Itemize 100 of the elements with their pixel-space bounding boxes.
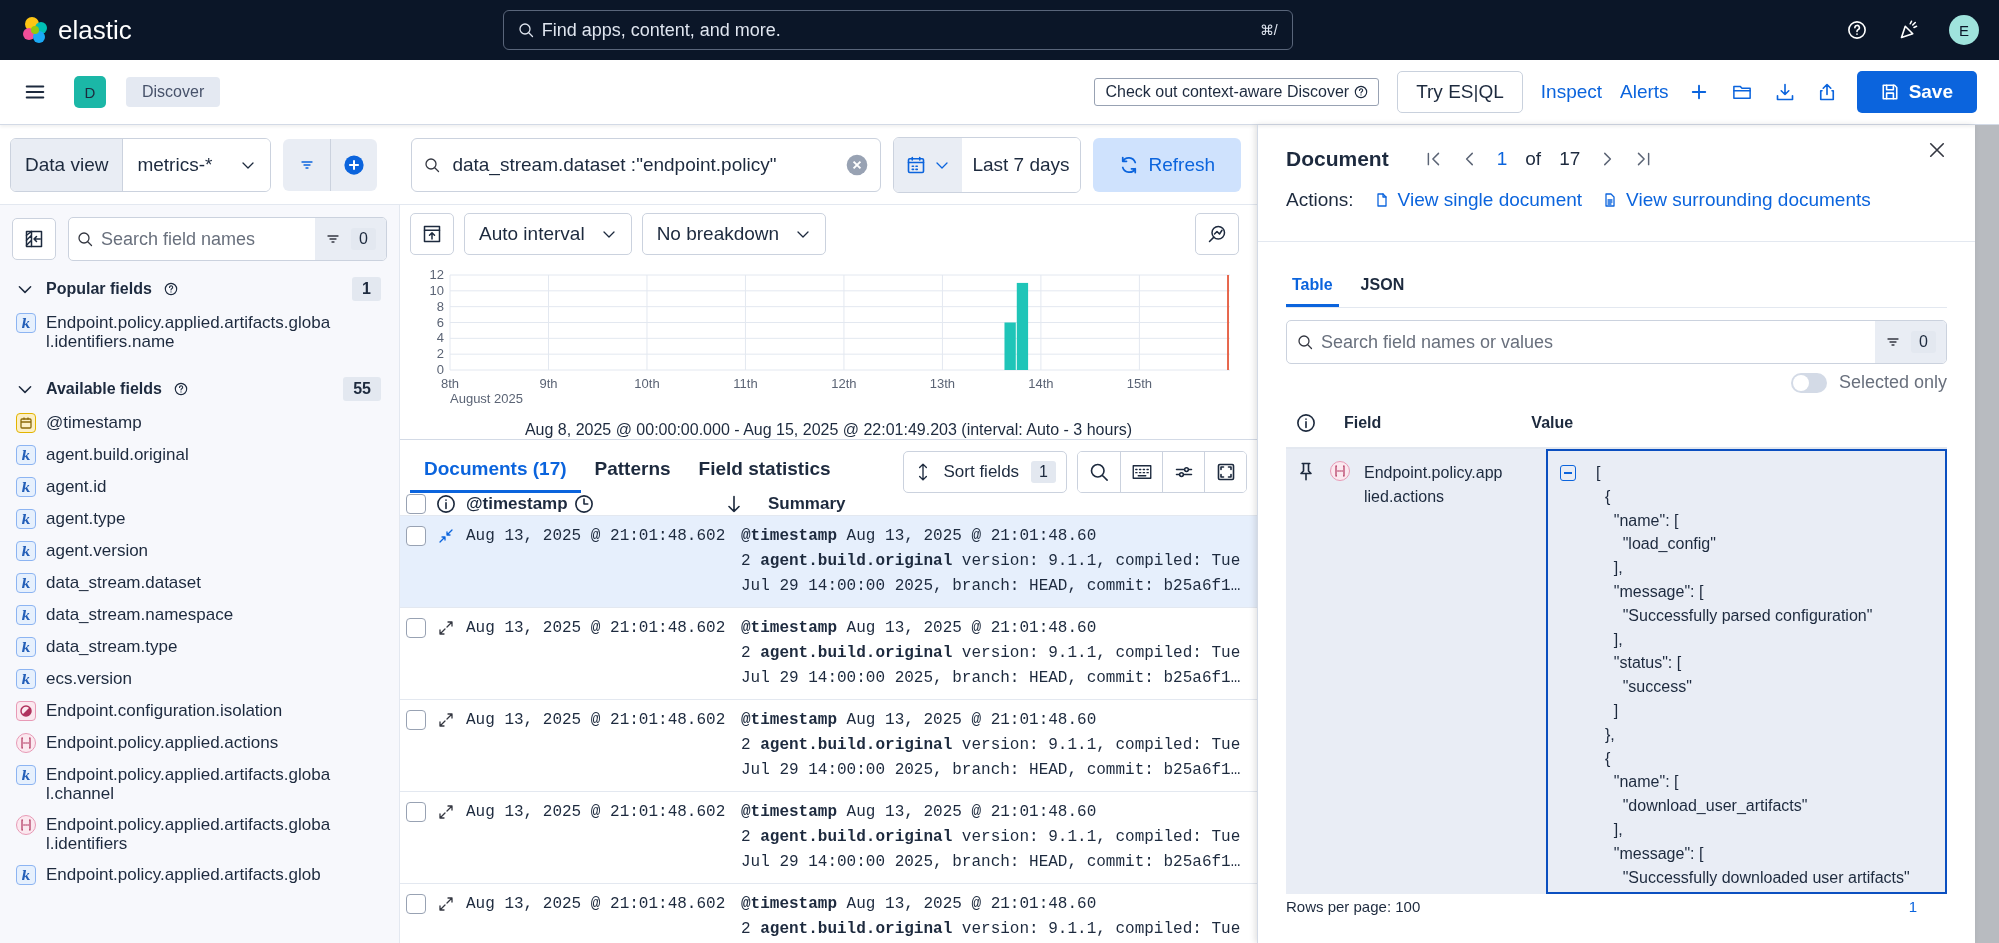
- plus-circle-icon: [343, 153, 366, 176]
- expand-icon: [438, 804, 454, 820]
- keyword-type-icon: k: [16, 765, 36, 785]
- field-name[interactable]: ecs.version: [46, 669, 332, 688]
- keyword-type-icon: k: [16, 445, 36, 465]
- field-name[interactable]: data_stream.type: [46, 637, 332, 656]
- field-name[interactable]: Endpoint.policy.applied.actions: [46, 733, 332, 752]
- nav-link[interactable]: Alerts: [1620, 81, 1669, 103]
- x-tick-label: 10th: [634, 376, 660, 391]
- field-name[interactable]: Endpoint.policy.applied.artifacts.glob: [46, 865, 332, 884]
- expand-icon: [438, 896, 454, 912]
- global-search-field[interactable]: Find apps, content, and more. ⌘/: [502, 10, 1293, 50]
- document-row[interactable]: Aug 13, 2025 @ 21:01:48.602 @timestamp Aug 13, 2025 @ 21:01:48.60 2 agent.build.original version: 9.1.1, compiled: Tue Jul 29 14:00:00 2025, branch: HEAD, commit: b25a6f1…: [400, 699, 1257, 791]
- page-number[interactable]: 1: [1908, 897, 1917, 915]
- data-view-label: Data view: [11, 138, 123, 191]
- section-title[interactable]: Available fields: [46, 380, 162, 398]
- summary-cell-text: @timestamp Aug 13, 2025 @ 21:01:48.60 2 agent.build.original version: 9.1.1, compiled: Tue: [741, 894, 1242, 940]
- select-all-checkbox[interactable]: [406, 494, 426, 514]
- flyout-tab[interactable]: JSON: [1354, 268, 1411, 307]
- sidebar-collapse-icon: [24, 229, 44, 249]
- summary-cell-text: @timestamp Aug 13, 2025 @ 21:01:48.60 2 agent.build.original version: 9.1.1, compiled: Tue Jul 29 14:00:00 2025, branch: HEAD, commit: b25a6f1…: [741, 710, 1242, 781]
- query-field[interactable]: data_stream.dataset :"endpoint.policy": [411, 137, 882, 192]
- info-icon: [436, 494, 456, 514]
- view-tab[interactable]: Patterns: [580, 450, 685, 493]
- action-link[interactable]: View single document: [1373, 189, 1583, 211]
- collapse-button[interactable]: [1560, 465, 1576, 481]
- y-tick-label: 6: [436, 314, 444, 330]
- toggle-switch[interactable]: [1790, 372, 1827, 393]
- expand-icon: [438, 712, 454, 728]
- keyword-type-icon: k: [16, 865, 36, 885]
- view-tab[interactable]: Documents (17): [410, 450, 581, 493]
- x-tick-label: 11th: [733, 376, 758, 391]
- calendar-icon: [906, 154, 927, 175]
- row-checkbox[interactable]: [406, 618, 426, 638]
- row-checkbox[interactable]: [406, 802, 426, 822]
- document-total: 17: [1559, 148, 1581, 170]
- field-name[interactable]: agent.build.original: [46, 445, 332, 464]
- breakdown-dropdown[interactable]: No breakdown: [641, 213, 827, 255]
- column-header[interactable]: @timestamp: [466, 494, 568, 514]
- timestamp-cell-text: Aug 13, 2025 @ 21:01:48.602: [466, 526, 727, 547]
- help-icon: [1354, 85, 1369, 99]
- field-name[interactable]: Endpoint.policy.applied.artifacts.global.channel: [46, 765, 332, 803]
- field-name[interactable]: agent.id: [46, 477, 332, 496]
- x-tick-label: 14th: [1028, 376, 1054, 391]
- document-row[interactable]: Aug 13, 2025 @ 21:01:48.602 @timestamp Aug 13, 2025 @ 21:01:48.60 2 agent.build.original version: 9.1.1, compiled: Tue Jul 29 14:00:00 2025, branch: HEAD, commit: b25a6f1…: [400, 791, 1257, 883]
- field-name[interactable]: agent.version: [46, 541, 332, 560]
- field-name[interactable]: Endpoint.configuration.isolation: [46, 701, 332, 720]
- field-name: Endpoint.policy.applied.actions: [1364, 463, 1504, 507]
- row-checkbox[interactable]: [406, 710, 426, 730]
- field-name[interactable]: data_stream.dataset: [46, 573, 332, 592]
- interval-dropdown[interactable]: Auto interval: [464, 213, 632, 255]
- promo-button[interactable]: Check out context-aware Discover: [1094, 78, 1380, 106]
- field-name[interactable]: data_stream.namespace: [46, 605, 332, 624]
- field-name[interactable]: agent.type: [46, 509, 332, 528]
- document-row[interactable]: Aug 13, 2025 @ 21:01:48.602 @timestamp Aug 13, 2025 @ 21:01:48.60 2 agent.build.original version: 9.1.1, compiled: Tue: [400, 883, 1257, 943]
- help-button[interactable]: [1845, 18, 1869, 42]
- expand-icon: [438, 620, 454, 636]
- try-esql-button[interactable]: Try ES|QL: [1397, 71, 1523, 113]
- nav-link[interactable]: Inspect: [1540, 81, 1603, 103]
- document-row[interactable]: Aug 13, 2025 @ 21:01:48.602 @timestamp Aug 13, 2025 @ 21:01:48.60 2 agent.build.original version: 9.1.1, compiled: Tue Jul 29 14:00:00 2025, branch: HEAD, commit: b25a6f1…: [400, 515, 1257, 607]
- field-name[interactable]: Endpoint.policy.applied.artifacts.global.identifiers: [46, 815, 332, 853]
- refresh-button[interactable]: Refresh: [1092, 137, 1242, 192]
- x-tick-label: 9th: [539, 376, 558, 391]
- object-type-icon: [16, 733, 36, 753]
- field-search-field[interactable]: Search field names 0: [68, 217, 387, 261]
- date-quick-menu[interactable]: [894, 137, 963, 192]
- filter-count: 0: [351, 228, 376, 250]
- actions-label: Actions:: [1286, 189, 1354, 211]
- field-name[interactable]: @timestamp: [46, 413, 332, 432]
- row-checkbox[interactable]: [406, 526, 426, 546]
- view-tab[interactable]: Field statistics: [684, 450, 845, 493]
- rows-per-page[interactable]: Rows per page: 100: [1286, 897, 1421, 915]
- chart-toggle-icon: [422, 224, 442, 244]
- flyout-tab[interactable]: Table: [1286, 268, 1339, 307]
- chart-toggle-button[interactable]: [410, 213, 454, 255]
- breadcrumb[interactable]: Discover: [126, 77, 221, 107]
- summary-cell-text: @timestamp Aug 13, 2025 @ 21:01:48.60 2 agent.build.original version: 9.1.1, compiled: Tue Jul 29 14:00:00 2025, branch: HEAD, commit: b25a6f1…: [741, 802, 1242, 873]
- keyword-type-icon: k: [16, 509, 36, 529]
- field-name[interactable]: Endpoint.policy.applied.artifacts.global.identifiers.name: [46, 313, 332, 351]
- keyboard-shortcut: ⌘/: [1259, 22, 1278, 38]
- fullscreen-button[interactable]: [1204, 451, 1246, 492]
- section-title[interactable]: Popular fields: [46, 280, 152, 298]
- data-view-dropdown[interactable]: metrics-*: [122, 138, 271, 191]
- column-header[interactable]: Summary: [768, 494, 846, 514]
- row-checkbox[interactable]: [406, 894, 426, 914]
- action-link[interactable]: View surrounding documents: [1602, 189, 1871, 211]
- chart-options-button[interactable]: [1195, 213, 1239, 255]
- space-avatar[interactable]: D: [74, 76, 106, 108]
- sort-fields-button[interactable]: Sort fields 1: [902, 450, 1067, 493]
- collapse-sidebar-button[interactable]: [12, 218, 56, 260]
- x-tick-label: 13th: [929, 376, 956, 391]
- save-button[interactable]: Save: [1856, 71, 1977, 113]
- user-avatar[interactable]: E: [1949, 15, 1979, 45]
- field-value-search-field[interactable]: Search field names or values 0: [1286, 320, 1947, 364]
- y-tick-label: 10: [429, 282, 444, 298]
- document-row[interactable]: Aug 13, 2025 @ 21:01:48.602 @timestamp Aug 13, 2025 @ 21:01:48.60 2 agent.build.original version: 9.1.1, compiled: Tue Jul 29 14:00:00 2025, branch: HEAD, commit: b25a6f1…: [400, 607, 1257, 699]
- clear-icon[interactable]: [846, 153, 869, 176]
- brand-name[interactable]: elastic: [58, 14, 132, 46]
- column-header: Value: [1531, 414, 1574, 432]
- summary-cell-text: @timestamp Aug 13, 2025 @ 21:01:48.60 2 agent.build.original version: 9.1.1, compiled: Tue Jul 29 14:00:00 2025, branch: HEAD, commit: b25a6f1…: [741, 618, 1242, 689]
